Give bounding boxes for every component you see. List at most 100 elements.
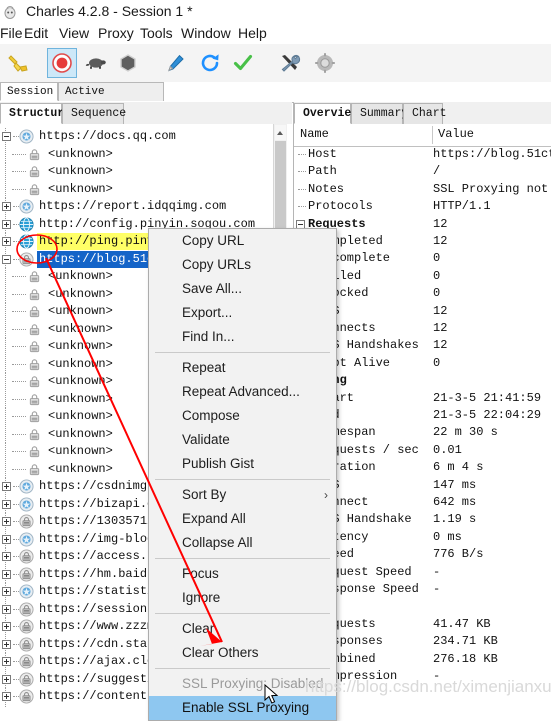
expand-toggle-icon[interactable] <box>2 674 11 684</box>
tree-item[interactable]: https://docs.qq.com <box>0 128 292 145</box>
context-menu-item[interactable]: Compose <box>149 404 336 428</box>
tree-item-label: <unknown> <box>48 164 113 178</box>
tree-connector <box>298 154 306 155</box>
detail-row[interactable]: Host https://blog.51cto.c <box>294 146 551 163</box>
globe-secure-icon <box>19 584 34 599</box>
expand-toggle-icon[interactable] <box>2 587 11 596</box>
context-menu-item[interactable]: Collapse All <box>149 531 336 555</box>
expand-toggle-icon[interactable] <box>2 604 11 614</box>
menu-separator <box>155 352 330 353</box>
context-menu-item[interactable]: Find In... <box>149 325 336 349</box>
detail-row-value: 12 <box>433 321 448 335</box>
repeat-refresh-icon[interactable] <box>195 48 225 78</box>
context-menu-item[interactable]: Enable SSL Proxying <box>149 696 336 720</box>
context-menu-item[interactable]: Expand All <box>149 507 336 531</box>
compose-pen-icon[interactable] <box>160 48 190 78</box>
menu-item-edit[interactable]: Edit <box>24 25 48 41</box>
expand-toggle-icon[interactable] <box>2 639 11 649</box>
context-menu-item[interactable]: Ignore <box>149 586 336 610</box>
tree-guide-line <box>5 285 6 303</box>
detail-row-value: 0 ms <box>433 529 462 544</box>
validate-check-icon[interactable] <box>228 48 258 78</box>
column-divider[interactable] <box>432 126 433 144</box>
globe-secure-icon <box>19 531 34 547</box>
tree-item-label: <unknown> <box>48 461 113 476</box>
collapse-toggle-icon[interactable] <box>2 132 11 141</box>
tab-sequence[interactable]: Sequence <box>62 103 126 124</box>
menu-item-tools[interactable]: Tools <box>140 25 173 41</box>
tab-chart[interactable]: Chart <box>403 103 447 124</box>
menu-item-proxy[interactable]: Proxy <box>98 25 134 41</box>
detail-row-value: 1.19 s <box>433 512 477 527</box>
context-menu-item[interactable]: Validate <box>149 428 336 452</box>
throttle-turtle-icon[interactable] <box>81 48 111 78</box>
tree-guide-line <box>5 303 6 320</box>
tree-item[interactable]: <unknown> <box>0 180 292 198</box>
detail-row-value: 0.01 <box>433 442 462 457</box>
tab-overview[interactable]: Overview <box>294 103 358 124</box>
expand-toggle-icon[interactable] <box>2 499 11 509</box>
expand-toggle-icon[interactable] <box>2 517 11 526</box>
context-menu-item[interactable]: Repeat <box>149 356 336 380</box>
charles-app-icon <box>4 6 16 19</box>
expand-toggle-icon[interactable] <box>2 534 11 544</box>
expand-toggle-icon[interactable] <box>2 552 11 561</box>
context-menu-item[interactable]: Copy URLs <box>149 253 336 277</box>
settings-gear-icon[interactable] <box>310 48 340 78</box>
expand-toggle-icon[interactable] <box>2 482 11 491</box>
menu-item-view[interactable]: View <box>59 25 89 41</box>
detail-row[interactable]: Protocols HTTP/1.1 <box>294 198 551 215</box>
context-menu-item[interactable]: Focus <box>149 562 336 586</box>
detail-row-value: HTTP/1.1 <box>433 199 491 214</box>
tab-structure[interactable]: Structure <box>0 103 71 124</box>
scroll-up-arrow-icon[interactable] <box>275 125 286 140</box>
tree-item[interactable]: <unknown> <box>0 145 292 163</box>
tree-guide-line <box>5 443 6 460</box>
context-menu-item[interactable]: Sort By › <box>149 483 336 507</box>
tools-wrench-icon[interactable] <box>275 48 305 78</box>
lock-circle-icon <box>19 601 34 617</box>
tree-connector <box>12 171 26 172</box>
lock-icon <box>29 428 40 440</box>
tree-vertical-scrollbar[interactable] <box>273 124 287 234</box>
context-menu-item[interactable]: Export... <box>149 301 336 325</box>
context-menu-item[interactable]: Save All... <box>149 277 336 301</box>
menu-separator <box>155 479 330 480</box>
detail-row-value: 12 <box>433 234 448 248</box>
clear-broom-icon[interactable] <box>4 48 34 78</box>
collapse-toggle-icon[interactable] <box>2 254 11 264</box>
session-tab-0[interactable]: Session 1 * <box>0 82 58 117</box>
tree-connector <box>298 171 306 173</box>
record-icon[interactable] <box>47 48 77 78</box>
detail-row[interactable]: Notes SSL Proxying not ena <box>294 181 551 198</box>
breakpoint-hexagon-icon[interactable] <box>113 48 143 78</box>
tree-item[interactable]: <unknown> <box>0 163 292 180</box>
tree-connector <box>12 416 26 417</box>
tree-item-label: https://docs.qq.com <box>39 129 176 143</box>
context-menu-item[interactable]: Repeat Advanced... <box>149 380 336 404</box>
menu-item-window[interactable]: Window <box>181 25 231 41</box>
context-menu-item[interactable]: Clear <box>149 617 336 641</box>
scrollbar-thumb[interactable] <box>275 141 286 232</box>
session-tab-1[interactable]: Active Connections <box>58 82 164 117</box>
expand-toggle-icon[interactable] <box>2 237 11 246</box>
expand-toggle-icon[interactable] <box>2 622 11 631</box>
tree-connector <box>12 346 26 347</box>
lock-icon <box>29 166 40 178</box>
expand-toggle-icon[interactable] <box>2 657 11 666</box>
expand-toggle-icon[interactable] <box>2 219 11 229</box>
expand-toggle-icon[interactable] <box>2 569 11 579</box>
tree-item[interactable]: https://report.idqqimg.com <box>0 198 292 215</box>
menu-item-file[interactable]: File <box>0 25 23 41</box>
context-menu-item[interactable]: Publish Gist <box>149 452 336 476</box>
tab-summary[interactable]: Summary <box>351 103 408 124</box>
context-menu-item[interactable]: Copy URL <box>149 229 336 253</box>
menu-item-help[interactable]: Help <box>238 25 267 41</box>
detail-row-value: - <box>433 564 441 579</box>
lock-circle-icon <box>19 654 34 669</box>
detail-row[interactable]: Path / <box>294 163 551 180</box>
lock-icon <box>29 446 40 458</box>
context-menu-item[interactable]: Clear Others <box>149 641 336 665</box>
expand-toggle-icon[interactable] <box>2 692 11 701</box>
expand-toggle-icon[interactable] <box>2 202 11 211</box>
